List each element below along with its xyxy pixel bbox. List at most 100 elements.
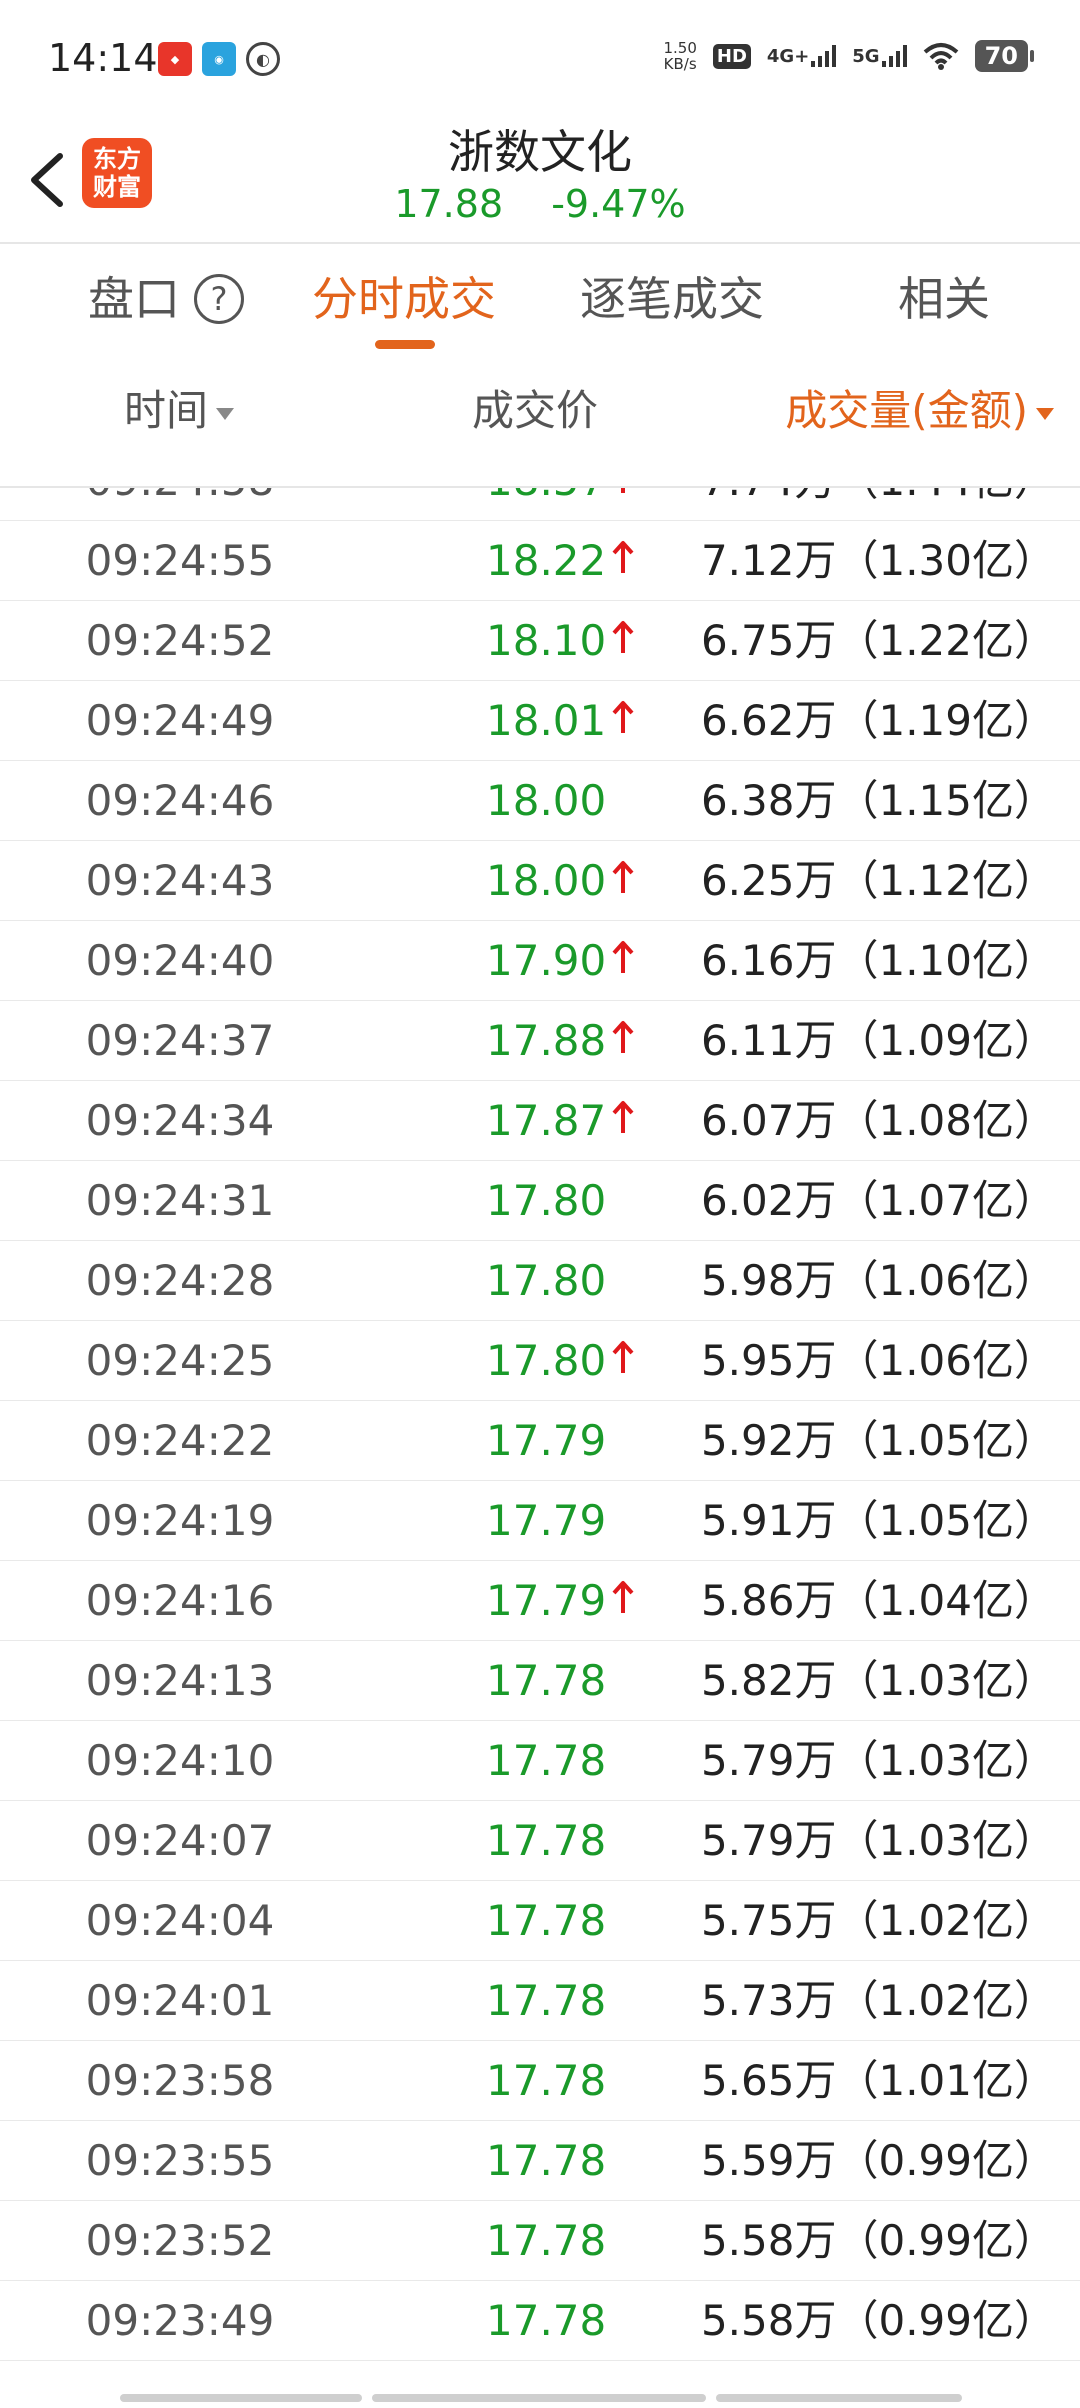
column-price[interactable]: 成交价 — [472, 356, 598, 466]
help-icon[interactable]: ? — [194, 273, 244, 324]
stock-header: 东方 财富 浙数文化 17.88 -9.47% — [0, 110, 1080, 244]
status-time: 14:14 — [48, 36, 158, 80]
trade-time: 09:24:10 — [85, 1736, 275, 1785]
battery-icon: 70 — [974, 40, 1035, 72]
trade-volume: 5.79万（1.03亿） — [700, 1816, 1056, 1865]
wifi-icon — [923, 43, 958, 70]
trade-volume: 6.75万（1.22亿） — [700, 616, 1056, 665]
up-arrow-icon — [612, 1580, 634, 1613]
up-arrow-icon — [612, 1100, 634, 1133]
sort-arrow-icon — [216, 407, 235, 420]
table-row[interactable]: 09:24:25 17.80 5.95万（1.06亿） — [0, 1321, 1080, 1401]
trade-volume: 5.73万（1.02亿） — [700, 1976, 1056, 2025]
trade-time: 09:24:34 — [85, 1096, 275, 1145]
trade-price: 17.78 — [486, 1736, 607, 1785]
status-bar: 14:14 ◆ ◉ ◐ 1.50 KB/s HD 4G+ 5G 70 — [0, 0, 1080, 110]
table-row[interactable]: 09:23:49 17.78 5.58万（0.99亿） — [0, 2281, 1080, 2361]
tab-bar: 盘口? 分时成交 逐笔成交 相关 — [0, 242, 1080, 358]
trade-time: 09:23:55 — [85, 2136, 275, 2185]
trade-price: 18.01 — [486, 681, 634, 760]
stock-quote: 17.88 -9.47% — [0, 182, 1080, 226]
app-notification-icon: ◐ — [246, 42, 280, 76]
table-row[interactable]: 09:23:55 17.78 5.59万（0.99亿） — [0, 2121, 1080, 2201]
trade-price: 18.10 — [486, 601, 634, 680]
app-notification-icon: ◆ — [158, 42, 192, 76]
trade-list[interactable]: 09:24:5818.577.74万（1.44亿）09:24:5518.227.… — [0, 412, 1080, 2404]
trade-price: 17.80 — [486, 1321, 634, 1400]
table-row[interactable]: 09:24:52 18.10 6.75万（1.22亿） — [0, 601, 1080, 681]
trade-volume: 5.58万（0.99亿） — [700, 2296, 1056, 2345]
up-arrow-icon — [612, 1340, 634, 1373]
trade-volume: 7.12万（1.30亿） — [700, 536, 1056, 585]
trade-volume: 5.65万（1.01亿） — [700, 2056, 1056, 2105]
trade-price: 17.88 — [486, 1001, 634, 1080]
trade-time: 09:24:43 — [85, 856, 275, 905]
column-time[interactable]: 时间 — [124, 356, 235, 466]
trade-price: 17.80 — [486, 1176, 607, 1225]
trade-volume: 5.82万（1.03亿） — [700, 1656, 1056, 1705]
trade-time: 09:24:52 — [85, 616, 275, 665]
trade-price: 17.78 — [486, 2216, 607, 2265]
trade-time: 09:24:46 — [85, 776, 275, 825]
up-arrow-icon — [612, 540, 634, 573]
tab-time-sales[interactable]: 分时成交 — [312, 242, 496, 356]
tab-tick-by-tick[interactable]: 逐笔成交 — [580, 242, 764, 356]
column-header: 时间 成交价 成交量(金额) — [0, 356, 1080, 488]
table-row[interactable]: 09:24:34 17.87 6.07万（1.08亿） — [0, 1081, 1080, 1161]
table-row[interactable]: 09:24:19 17.79 5.91万（1.05亿） — [0, 1481, 1080, 1561]
trade-price: 17.78 — [486, 1656, 607, 1705]
table-row[interactable]: 09:24:04 17.78 5.75万（1.02亿） — [0, 1881, 1080, 1961]
table-row[interactable]: 09:24:22 17.79 5.92万（1.05亿） — [0, 1401, 1080, 1481]
table-row[interactable]: 09:24:49 18.01 6.62万（1.19亿） — [0, 681, 1080, 761]
up-arrow-icon — [612, 1020, 634, 1053]
table-row[interactable]: 09:24:55 18.22 7.12万（1.30亿） — [0, 521, 1080, 601]
trade-time: 09:24:31 — [85, 1176, 275, 1225]
trade-volume: 5.59万（0.99亿） — [700, 2136, 1056, 2185]
table-row[interactable]: 09:24:13 17.78 5.82万（1.03亿） — [0, 1641, 1080, 1721]
trade-price: 17.78 — [486, 2056, 607, 2105]
stock-change: -9.47% — [551, 182, 686, 226]
table-row[interactable]: 09:24:43 18.00 6.25万（1.12亿） — [0, 841, 1080, 921]
trade-time: 09:24:01 — [85, 1976, 275, 2025]
table-row[interactable]: 09:23:58 17.78 5.65万（1.01亿） — [0, 2041, 1080, 2121]
table-row[interactable]: 09:23:52 17.78 5.58万（0.99亿） — [0, 2201, 1080, 2281]
column-volume[interactable]: 成交量(金额) — [785, 356, 1054, 466]
stock-price: 17.88 — [394, 182, 504, 226]
table-row[interactable]: 09:24:31 17.80 6.02万（1.07亿） — [0, 1161, 1080, 1241]
trade-time: 09:24:04 — [85, 1896, 275, 1945]
trade-time: 09:23:58 — [85, 2056, 275, 2105]
trade-price: 18.00 — [486, 776, 607, 825]
trade-time: 09:24:40 — [85, 936, 275, 985]
trade-volume: 5.75万（1.02亿） — [700, 1896, 1056, 1945]
trade-volume: 6.02万（1.07亿） — [700, 1176, 1056, 1225]
up-arrow-icon — [612, 700, 634, 733]
trade-price: 17.78 — [486, 2296, 607, 2345]
trade-time: 09:24:19 — [85, 1496, 275, 1545]
stock-name: 浙数文化 — [448, 125, 632, 179]
table-row[interactable]: 09:24:01 17.78 5.73万（1.02亿） — [0, 1961, 1080, 2041]
trade-time: 09:24:28 — [85, 1256, 275, 1305]
trade-price: 17.87 — [486, 1081, 634, 1160]
hd-voice-icon: HD — [712, 43, 751, 69]
tab-order-book[interactable]: 盘口? — [88, 242, 244, 356]
trade-price: 18.22 — [486, 521, 634, 600]
table-row[interactable]: 09:24:16 17.79 5.86万（1.04亿） — [0, 1561, 1080, 1641]
trade-price: 17.78 — [486, 1896, 607, 1945]
trade-price: 17.79 — [486, 1561, 634, 1640]
trade-time: 09:24:13 — [85, 1656, 275, 1705]
table-row[interactable]: 09:24:37 17.88 6.11万（1.09亿） — [0, 1001, 1080, 1081]
trade-time: 09:23:49 — [85, 2296, 275, 2345]
table-row[interactable]: 09:24:46 18.00 6.38万（1.15亿） — [0, 761, 1080, 841]
table-row[interactable]: 09:24:07 17.78 5.79万（1.03亿） — [0, 1801, 1080, 1881]
trade-price: 17.79 — [486, 1416, 607, 1465]
trade-volume: 6.38万（1.15亿） — [700, 776, 1056, 825]
trade-volume: 5.79万（1.03亿） — [700, 1736, 1056, 1785]
network-speed: 1.50 KB/s — [663, 39, 697, 73]
trade-price: 17.80 — [486, 1256, 607, 1305]
trade-time: 09:24:22 — [85, 1416, 275, 1465]
table-row[interactable]: 09:24:28 17.80 5.98万（1.06亿） — [0, 1241, 1080, 1321]
table-row[interactable]: 09:24:10 17.78 5.79万（1.03亿） — [0, 1721, 1080, 1801]
trade-volume: 6.25万（1.12亿） — [700, 856, 1056, 905]
table-row[interactable]: 09:24:40 17.90 6.16万（1.10亿） — [0, 921, 1080, 1001]
tab-related[interactable]: 相关 — [898, 242, 990, 356]
